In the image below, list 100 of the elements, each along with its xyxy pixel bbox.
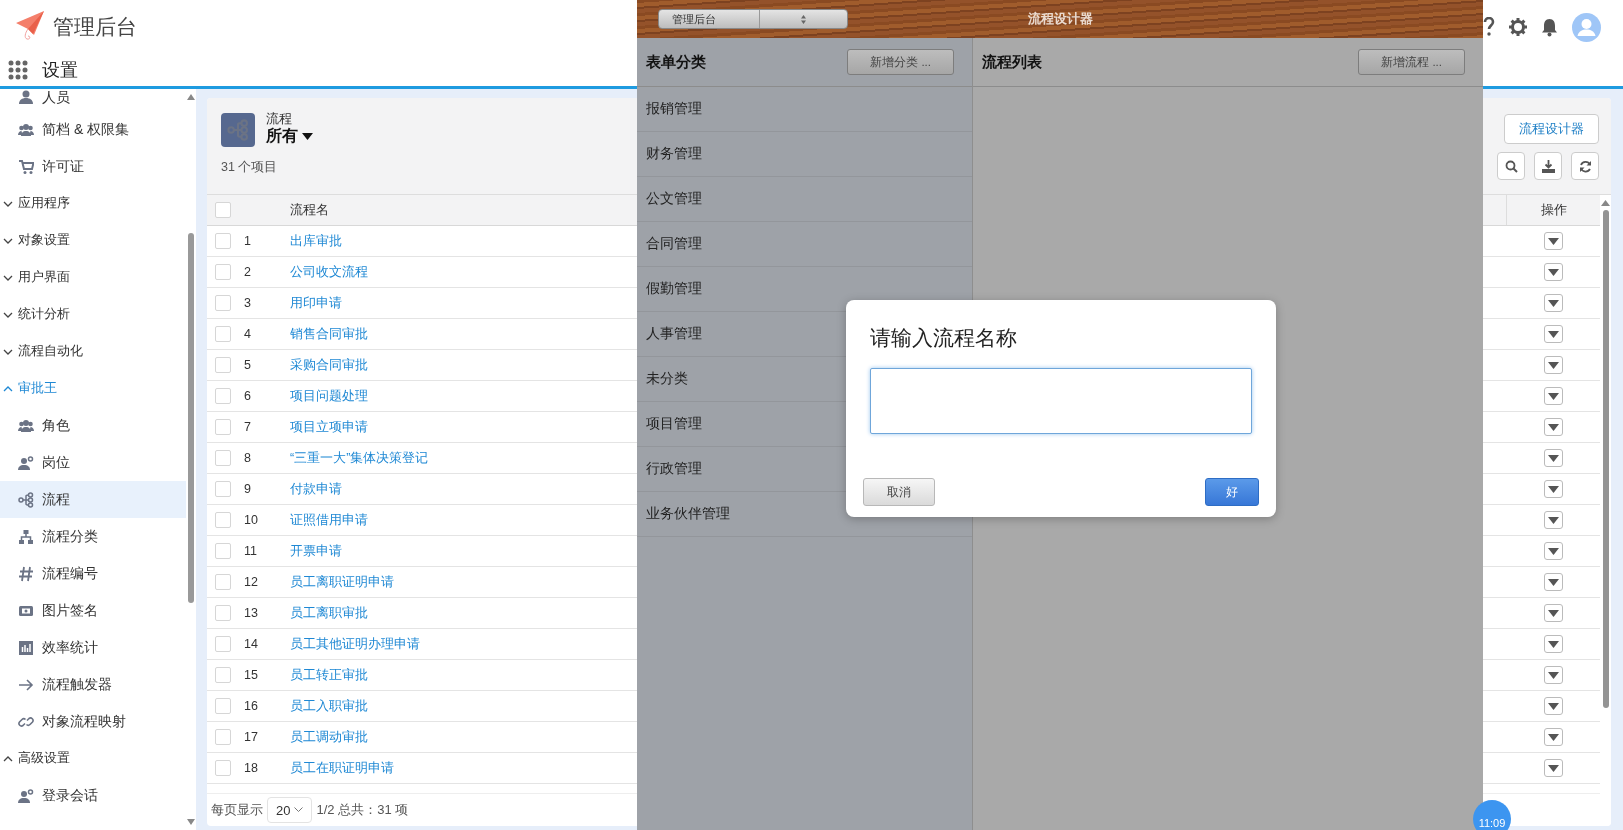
category-item[interactable]: 报销管理 [637,87,972,132]
sidebar-section[interactable]: 应用程序 [0,185,186,222]
sidebar-item[interactable]: 岗位 [0,444,186,481]
flow-name-link[interactable]: 员工离职审批 [290,605,368,620]
sidebar-item[interactable]: 效率统计 [0,629,186,666]
flow-name-link[interactable]: “三重一大”集体决策登记 [290,450,429,465]
flow-name-link[interactable]: 销售合同审批 [290,326,368,341]
category-item[interactable]: 财务管理 [637,132,972,177]
flow-name-link[interactable]: 采购合同审批 [290,357,368,372]
row-checkbox[interactable] [215,698,231,714]
row-action-menu[interactable] [1543,356,1563,374]
flow-name-link[interactable]: 用印申请 [290,295,342,310]
row-action-menu[interactable] [1543,325,1563,343]
row-checkbox[interactable] [215,636,231,652]
flow-name-link[interactable]: 出库审批 [290,233,342,248]
row-action-menu[interactable] [1543,418,1563,436]
row-action-menu[interactable] [1543,728,1563,746]
row-action-menu[interactable] [1543,635,1563,653]
row-action-menu[interactable] [1543,759,1563,777]
settings-icon[interactable] [1509,18,1527,36]
input-field[interactable] [870,368,1252,434]
sidebar-section[interactable]: 统计分析 [0,296,186,333]
sidebar-item[interactable]: 流程触发器 [0,666,186,703]
flow-name-link[interactable]: 项目问题处理 [290,388,368,403]
column-header[interactable]: 流程名 [290,202,329,217]
sidebar-item[interactable]: 简档 & 权限集 [0,111,186,148]
category-item[interactable]: 合同管理 [637,222,972,267]
flow-name-link[interactable]: 员工调动审批 [290,729,368,744]
flow-name-link[interactable]: 员工转正审批 [290,667,368,682]
page-size-select[interactable]: 20 [267,797,313,823]
row-checkbox[interactable] [215,295,231,311]
app-grid-icon[interactable] [8,60,28,80]
flow-name-link[interactable]: 员工入职审批 [290,698,368,713]
row-checkbox[interactable] [215,481,231,497]
row-checkbox[interactable] [215,667,231,683]
row-checkbox[interactable] [215,388,231,404]
sidebar-section[interactable]: 用户界面 [0,259,186,296]
row-action-menu[interactable] [1543,697,1563,715]
row-checkbox[interactable] [215,729,231,745]
row-checkbox[interactable] [215,574,231,590]
flow-name-link[interactable]: 付款申请 [290,481,342,496]
bell-icon[interactable] [1541,17,1558,37]
scrollbar-thumb[interactable] [188,233,194,603]
row-action-menu[interactable] [1543,542,1563,560]
row-checkbox[interactable] [215,419,231,435]
sidebar-item[interactable]: 登录会话 [0,777,186,814]
scrollbar-thumb[interactable] [1603,210,1609,708]
category-item[interactable]: 公文管理 [637,177,972,222]
sidebar-item[interactable]: 流程编号 [0,555,186,592]
designer-button[interactable]: 流程设计器 [1504,114,1599,144]
row-action-menu[interactable] [1543,387,1563,405]
flow-name-link[interactable]: 证照借用申请 [290,512,368,527]
sidebar-item[interactable]: 对象流程映射 [0,703,186,740]
select-all-checkbox[interactable] [215,202,231,218]
view-selector[interactable]: 所有 [266,126,313,147]
flow-name-link[interactable]: 员工离职证明申请 [290,574,394,589]
row-action-menu[interactable] [1543,232,1563,250]
sidebar-section[interactable]: 高级设置 [0,740,186,777]
search-button[interactable] [1497,152,1525,180]
cancel-button[interactable]: 取消 [863,478,935,506]
flow-name-link[interactable]: 员工在职证明申请 [290,760,394,775]
flow-name-link[interactable]: 项目立项申请 [290,419,368,434]
add-category-button[interactable]: 新增分类 ... [847,49,954,75]
row-checkbox[interactable] [215,233,231,249]
download-button[interactable] [1534,152,1562,180]
refresh-button[interactable] [1571,152,1599,180]
sidebar-item[interactable]: 角色 [0,407,186,444]
sidebar-item[interactable]: 流程分类 [0,518,186,555]
row-checkbox[interactable] [215,605,231,621]
sidebar-section[interactable]: 审批王 [0,370,186,407]
row-action-menu[interactable] [1543,666,1563,684]
sidebar-section[interactable]: 对象设置 [0,222,186,259]
ok-button[interactable]: 好 [1205,478,1259,506]
sidebar-item[interactable]: 许可证 [0,148,186,185]
flow-name-link[interactable]: 员工其他证明办理申请 [290,636,420,651]
row-checkbox[interactable] [215,326,231,342]
row-action-menu[interactable] [1543,511,1563,529]
sidebar-item[interactable]: 人员 [0,89,186,111]
row-checkbox[interactable] [215,512,231,528]
sidebar-section[interactable]: 流程自动化 [0,333,186,370]
row-action-menu[interactable] [1543,294,1563,312]
row-action-menu[interactable] [1543,480,1563,498]
row-checkbox[interactable] [215,760,231,776]
flow-name-link[interactable]: 开票申请 [290,543,342,558]
add-flow-button[interactable]: 新增流程 ... [1358,49,1465,75]
row-action-menu[interactable] [1543,263,1563,281]
row-checkbox[interactable] [215,450,231,466]
row-action-menu[interactable] [1543,604,1563,622]
row-action-menu[interactable] [1543,449,1563,467]
scroll-up-icon[interactable] [186,93,196,101]
sidebar-item[interactable]: 流程 [0,481,186,518]
flow-name-link[interactable]: 公司收文流程 [290,264,368,279]
row-action-menu[interactable] [1543,573,1563,591]
app-select[interactable]: 管理后台 [658,9,848,29]
scroll-down-icon[interactable] [186,818,196,826]
row-checkbox[interactable] [215,543,231,559]
row-checkbox[interactable] [215,264,231,280]
sidebar-item[interactable]: 图片签名 [0,592,186,629]
scroll-up-icon[interactable] [1600,199,1611,207]
help-icon[interactable] [1483,17,1495,37]
